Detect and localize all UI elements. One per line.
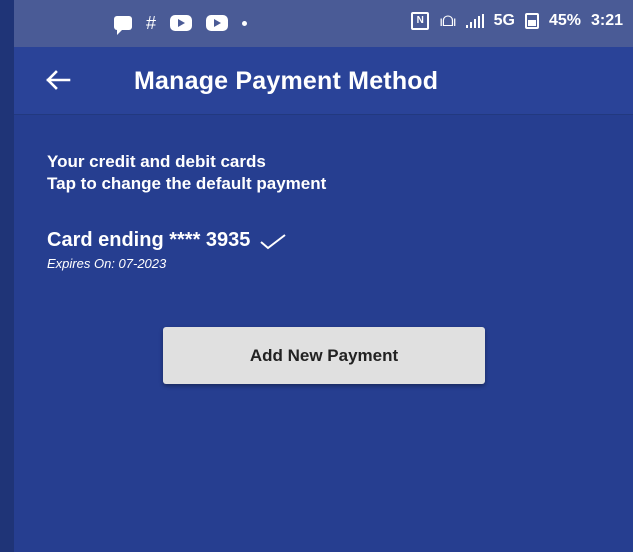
app-bar: Manage Payment Method xyxy=(14,47,633,115)
add-new-payment-button[interactable]: Add New Payment xyxy=(163,327,485,384)
back-button[interactable] xyxy=(38,62,78,98)
vibrate-icon: ıᗝı xyxy=(439,12,456,29)
battery-percent: 45% xyxy=(548,12,581,29)
card-item[interactable]: Card ending **** 3935 Expires On: 07-202… xyxy=(47,229,288,271)
intro-line-2: Tap to change the default payment xyxy=(47,174,327,193)
network-label: 5G xyxy=(493,12,515,29)
chat-icon xyxy=(114,16,132,35)
intro-text: Your credit and debit cards Tap to chang… xyxy=(47,151,326,195)
status-right-icons: N ıᗝı 5G 45% 3:21 xyxy=(411,12,623,30)
youtube-icon xyxy=(206,15,229,31)
main-content: Your credit and debit cards Tap to chang… xyxy=(14,115,633,552)
card-label: Card ending **** 3935 xyxy=(47,229,251,251)
card-line: Card ending **** 3935 xyxy=(47,229,288,252)
intro-line-1: Your credit and debit cards xyxy=(47,152,266,171)
dot-icon xyxy=(242,20,248,26)
check-icon xyxy=(260,233,287,249)
status-bar: # N ıᗝı 5G 45% 3:21 xyxy=(14,0,633,47)
status-left-icons: # xyxy=(114,13,248,35)
card-expiry: Expires On: 07-2023 xyxy=(47,256,167,271)
arrow-left-icon xyxy=(46,70,71,90)
clock: 3:21 xyxy=(590,12,623,29)
left-edge xyxy=(0,0,14,552)
slack-icon: # xyxy=(146,13,157,33)
battery-icon xyxy=(524,13,539,29)
nfc-icon: N xyxy=(411,12,430,30)
youtube-icon xyxy=(170,15,193,31)
page-title: Manage Payment Method xyxy=(134,67,439,95)
signal-icon xyxy=(465,14,484,28)
